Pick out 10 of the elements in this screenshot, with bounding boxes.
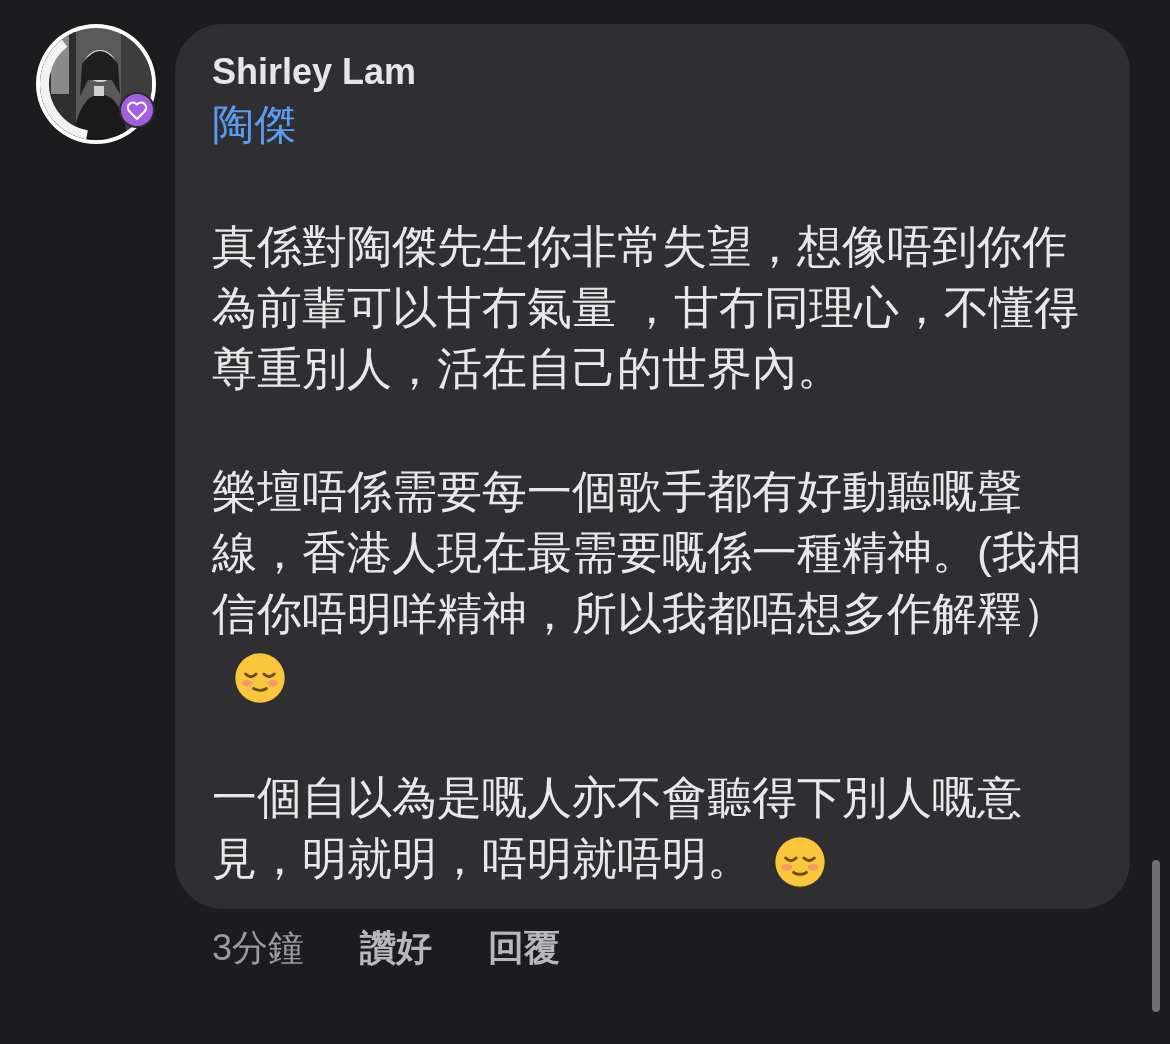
comment-paragraph: 一個自以為是嘅人亦不會聽得下別人嘅意見，明就明，唔明就唔明。 [212, 773, 1022, 883]
comment-paragraph: 真係對陶傑先生你非常失望，想像唔到你作為前輩可以甘冇氣量 ，甘冇同理心，不懂得尊重別人，活在自己的世界內。 [212, 222, 1080, 393]
comment-action-link[interactable]: 回覆 [488, 923, 561, 973]
comment-action-link[interactable]: 讚好 [360, 923, 433, 973]
comment-paragraph: 樂壇唔係需要每一個歌手都有好動聽嘅聲線，香港人現在最需要嘅係一種精神。(我相信你唔明咩精神，所以我都唔想多作解釋） [212, 467, 1082, 638]
mention-link[interactable]: 陶傑 [212, 98, 1090, 152]
comment-time: 3分鐘 [212, 926, 305, 970]
author-name[interactable]: Shirley Lam [212, 50, 1090, 94]
heart-badge-icon [119, 92, 155, 128]
scrollbar[interactable] [1152, 860, 1160, 1012]
